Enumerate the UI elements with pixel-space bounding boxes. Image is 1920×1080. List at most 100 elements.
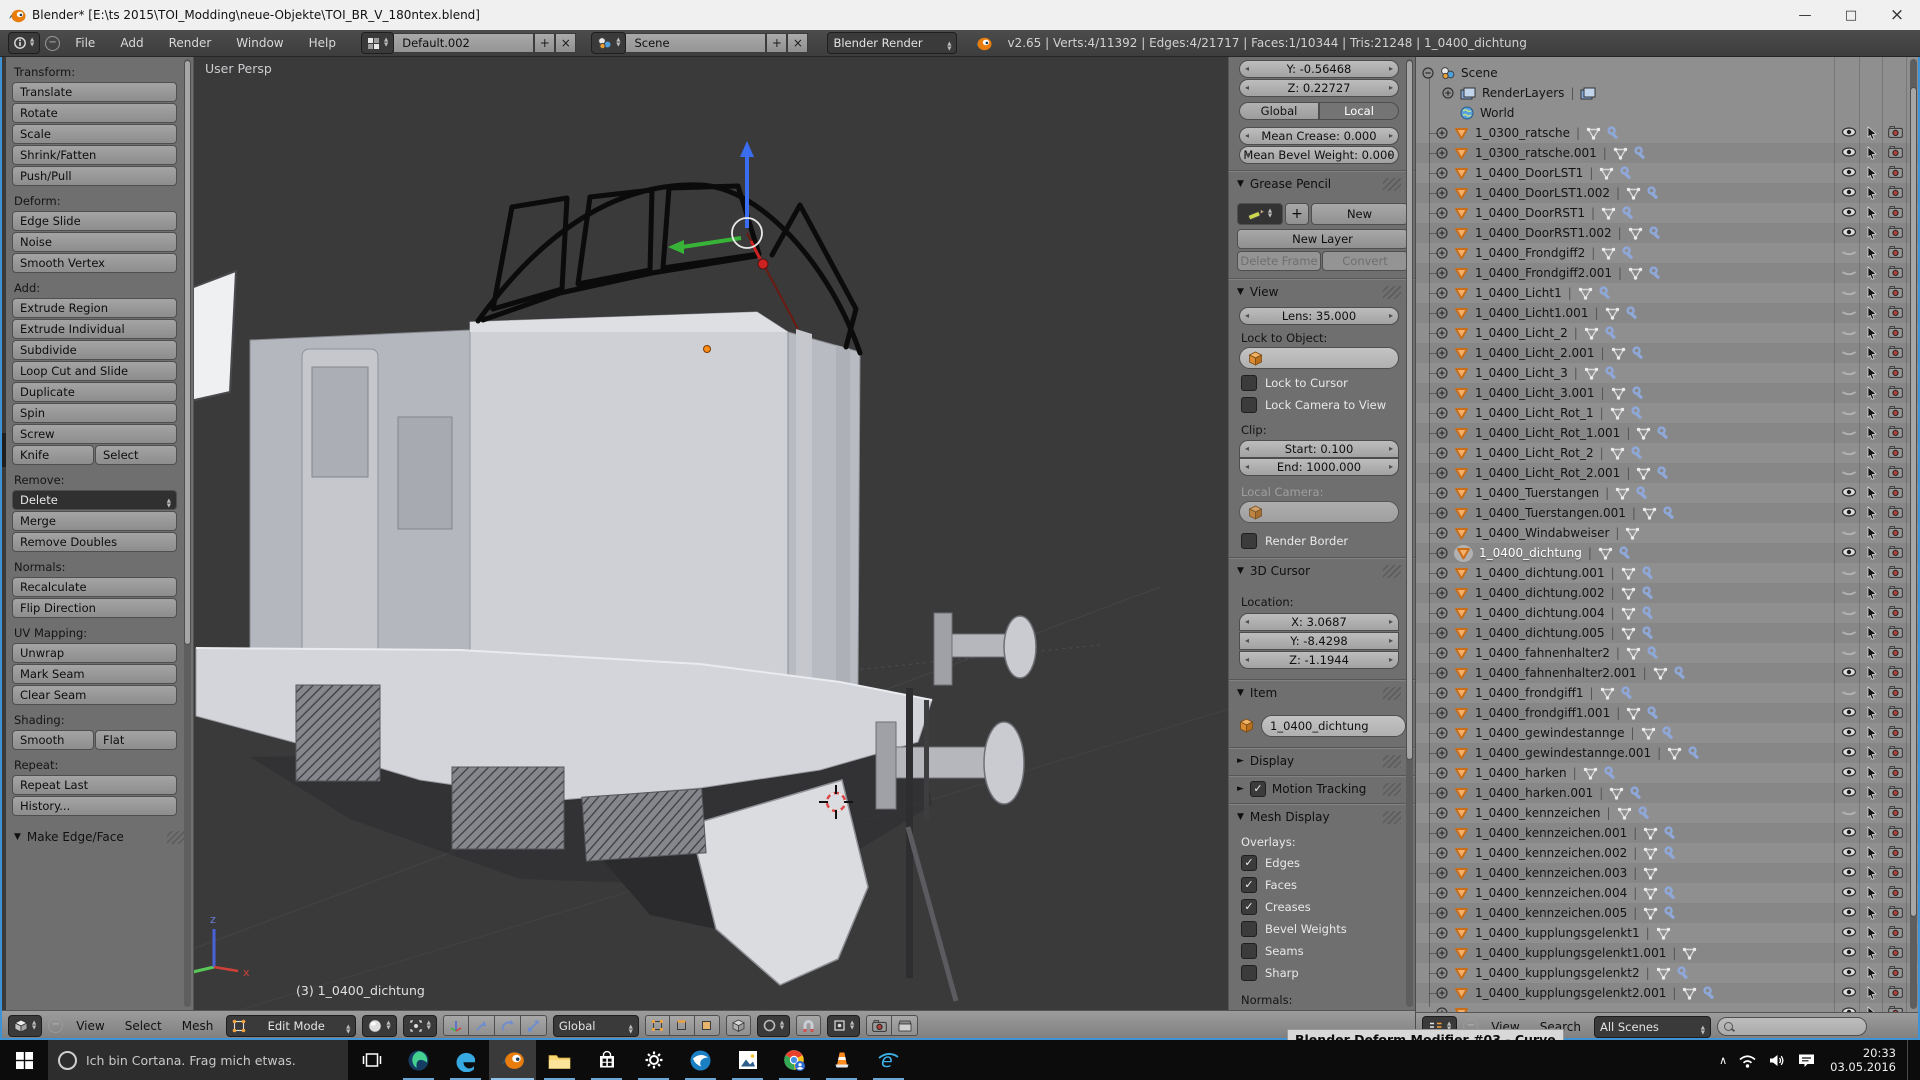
- screen-layout-browse[interactable]: ▲▼: [361, 32, 394, 54]
- outliner-row[interactable]: 1_0400_gewindestannge|: [1416, 723, 1920, 743]
- collapse-expand-icon[interactable]: [1436, 727, 1448, 739]
- object-name[interactable]: 1_0400_DoorRST1: [1475, 206, 1585, 220]
- cursor-x-slider[interactable]: ◂X: 3.0687▸: [1239, 613, 1399, 631]
- tool-button-extrude-region[interactable]: Extrude Region: [12, 298, 177, 318]
- screen-layout-field[interactable]: Default.002: [394, 33, 534, 53]
- object-name[interactable]: 1_0400_Licht_2.001: [1475, 346, 1594, 360]
- selectability-cursor-icon[interactable]: [1866, 806, 1878, 820]
- panel-header-item[interactable]: ▼Item: [1237, 685, 1409, 701]
- taskbar-clock[interactable]: 20:3303.05.2016: [1830, 1046, 1896, 1074]
- collapse-expand-icon[interactable]: [1436, 407, 1448, 419]
- object-name[interactable]: 1_0400_kupplungsgelenkt2: [1475, 966, 1640, 980]
- renderability-camera-icon[interactable]: [1888, 246, 1903, 258]
- delete-frame-button[interactable]: Delete Frame: [1237, 251, 1321, 271]
- manipulator-axes-button[interactable]: [443, 1015, 469, 1036]
- item-name-field[interactable]: 1_0400_dichtung: [1261, 715, 1406, 737]
- object-name[interactable]: 1_0400_Tuerstangen.001: [1475, 506, 1626, 520]
- tool-button-mark-seam[interactable]: Mark Seam: [12, 664, 177, 684]
- collapse-expand-icon[interactable]: [1436, 287, 1448, 299]
- convert-button[interactable]: Convert: [1322, 251, 1408, 271]
- collapse-expand-icon[interactable]: [1436, 447, 1448, 459]
- taskbar-blender-icon[interactable]: [489, 1040, 536, 1080]
- cortana-search-box[interactable]: Ich bin Cortana. Frag mich etwas.: [48, 1040, 348, 1080]
- decrement-arrow-icon[interactable]: ◂: [1245, 150, 1249, 159]
- renderability-camera-icon[interactable]: [1888, 186, 1903, 198]
- outliner-row[interactable]: 1_0400_fahnenhalter2.001|: [1416, 663, 1920, 683]
- scene-browse[interactable]: ▲▼: [591, 32, 626, 54]
- renderability-camera-icon[interactable]: [1888, 826, 1903, 838]
- menu-file[interactable]: File: [65, 36, 105, 50]
- selectability-cursor-icon[interactable]: [1866, 506, 1878, 520]
- panel-header-grease-pencil[interactable]: ▼Grease Pencil: [1237, 176, 1409, 192]
- maximize-button[interactable]: □: [1828, 0, 1874, 30]
- object-name[interactable]: 1_0400_Tuerstangen: [1475, 486, 1599, 500]
- tool-button-spin[interactable]: Spin: [12, 403, 177, 423]
- visibility-eye-icon[interactable]: [1841, 126, 1857, 138]
- renderability-camera-icon[interactable]: [1888, 446, 1903, 458]
- visibility-eye-icon[interactable]: [1841, 606, 1857, 618]
- rotate-manipulator-button[interactable]: [495, 1015, 521, 1036]
- outliner-row[interactable]: 1_0400_Licht1.001|: [1416, 303, 1920, 323]
- renderability-camera-icon[interactable]: [1888, 226, 1903, 238]
- outliner-row[interactable]: 1_0400_Tuerstangen.001|: [1416, 503, 1920, 523]
- object-name[interactable]: 1_0400_fahnenhalter2.001: [1475, 666, 1637, 680]
- outliner-row[interactable]: 1_0400_dichtung.002|: [1416, 583, 1920, 603]
- overlay-checkbox-edges[interactable]: ✓Edges: [1241, 855, 1300, 871]
- renderability-camera-icon[interactable]: [1888, 286, 1903, 298]
- render-engine-select[interactable]: Blender Render▲▼: [827, 32, 957, 54]
- decrement-arrow-icon[interactable]: ◂: [1245, 311, 1249, 320]
- collapse-expand-icon[interactable]: [1436, 207, 1448, 219]
- outliner-row[interactable]: 1_0400_kupplungsgelenkt1.001|: [1416, 943, 1920, 963]
- tool-button-flip-direction[interactable]: Flip Direction: [12, 598, 177, 618]
- overlay-checkbox-faces[interactable]: ✓Faces: [1241, 877, 1297, 893]
- panel-drag-grip[interactable]: [1383, 286, 1401, 299]
- outliner-row[interactable]: 1_0400_gewindestannge.001|: [1416, 743, 1920, 763]
- collapse-expand-icon[interactable]: [1436, 787, 1448, 799]
- mean-crease-slider[interactable]: ◂Mean Crease: 0.000▸: [1239, 127, 1399, 145]
- checkbox[interactable]: ✓: [1241, 855, 1257, 871]
- visibility-eye-icon[interactable]: [1841, 146, 1857, 158]
- grease-pencil-draw-select[interactable]: ▲▼: [1237, 203, 1283, 225]
- outliner-row[interactable]: 1_0400_Licht_3|: [1416, 363, 1920, 383]
- object-name[interactable]: 1_0400_frondgiff1.001: [1475, 706, 1610, 720]
- selectability-cursor-icon[interactable]: [1866, 126, 1878, 140]
- outliner-row[interactable]: 1_0400_frondgiff1.001|: [1416, 703, 1920, 723]
- renderability-camera-icon[interactable]: [1888, 586, 1903, 598]
- outliner-display-select[interactable]: All Scenes▲▼: [1594, 1016, 1711, 1038]
- visibility-eye-icon[interactable]: [1841, 766, 1857, 778]
- outliner-row[interactable]: 1_0400_Licht_2|: [1416, 323, 1920, 343]
- selectability-cursor-icon[interactable]: [1866, 946, 1878, 960]
- panel-checkbox[interactable]: ✓: [1250, 781, 1266, 797]
- viewport-shading-select[interactable]: ▲▼: [362, 1015, 396, 1037]
- selectability-cursor-icon[interactable]: [1866, 206, 1878, 220]
- tool-button-shrink-fatten[interactable]: Shrink/Fatten: [12, 145, 177, 165]
- median-y-slider[interactable]: ◂Y: -0.56468▸: [1239, 60, 1399, 78]
- object-name[interactable]: 1_0400_kennzeichen.004: [1475, 886, 1627, 900]
- opengl-render-button[interactable]: [866, 1015, 892, 1036]
- outliner-row[interactable]: 1_0400_DoorRST1.002|: [1416, 223, 1920, 243]
- object-name[interactable]: 1_0400_harken.001: [1475, 786, 1593, 800]
- opengl-render-anim-button[interactable]: [892, 1015, 918, 1036]
- object-name[interactable]: 1_0400_dichtung.004: [1475, 606, 1605, 620]
- collapse-expand-icon[interactable]: [1436, 927, 1448, 939]
- taskbar-store-icon[interactable]: [583, 1040, 630, 1080]
- renderability-camera-icon[interactable]: [1888, 986, 1903, 998]
- tool-button-noise[interactable]: Noise: [12, 232, 177, 252]
- tool-button-translate[interactable]: Translate: [12, 82, 177, 102]
- editor-type-select[interactable]: ▲▼: [8, 1015, 42, 1037]
- object-name[interactable]: 1_0400_kennzeichen.005: [1475, 906, 1627, 920]
- checkbox[interactable]: ✓: [1241, 877, 1257, 893]
- decrement-arrow-icon[interactable]: ◂: [1245, 617, 1249, 626]
- increment-arrow-icon[interactable]: ▸: [1389, 617, 1393, 626]
- visibility-eye-icon[interactable]: [1841, 906, 1857, 918]
- selectability-cursor-icon[interactable]: [1866, 466, 1878, 480]
- selectability-cursor-icon[interactable]: [1866, 766, 1878, 780]
- renderability-camera-icon[interactable]: [1888, 406, 1903, 418]
- proportional-edit-select[interactable]: ▲▼: [757, 1015, 790, 1037]
- collapse-expand-icon[interactable]: [1436, 987, 1448, 999]
- object-name[interactable]: 1_0400_fahnenhalter2: [1475, 646, 1610, 660]
- selectability-cursor-icon[interactable]: [1866, 906, 1878, 920]
- object-name[interactable]: 1_0400_harken: [1475, 766, 1567, 780]
- npanel-scrollbar-thumb[interactable]: [1406, 60, 1413, 760]
- collapse-expand-icon[interactable]: [1436, 867, 1448, 879]
